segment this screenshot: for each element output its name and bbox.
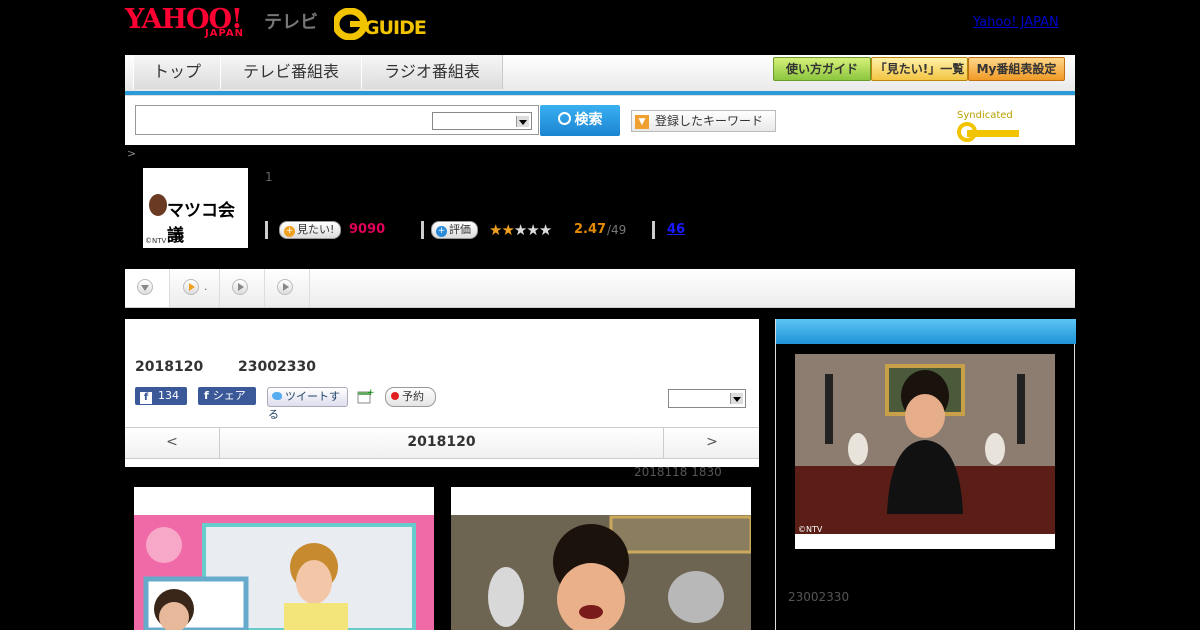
gguide-logo[interactable]: GUIDE [332,7,434,41]
gguide-small-logo-icon [957,122,1019,142]
rate-button[interactable]: + 評価 [431,221,478,239]
air-date: 2018120 [135,359,204,375]
next-date-button[interactable]: > [663,428,760,458]
sidebar-header [776,319,1076,344]
tab-overview[interactable] [125,269,170,307]
star-icon: ★ [489,221,502,239]
caricature-icon [149,194,167,216]
my-schedule-settings-button[interactable]: My番組表設定 [968,57,1065,81]
search-category-select[interactable] [432,112,532,130]
star-icon: ★ [513,221,527,239]
yahoo-logo-sub: JAPAN [205,28,244,39]
registered-keywords-label: 登録したキーワード [655,114,764,128]
episode-card-2[interactable] [451,487,751,630]
air-time: 23002330 [238,359,316,375]
rating-stars: ★★★★★ [489,221,552,239]
reserve-label: 予約 [402,390,424,403]
mitai-count: 9090 [349,222,386,237]
facebook-icon: f [204,389,209,402]
tab-item-3[interactable] [220,269,265,307]
program-thumbnail-title: マツコ会議 [167,201,235,246]
record-reserve-button[interactable]: 予約 [385,387,436,407]
prev-date-button[interactable]: < [125,428,220,458]
svg-text:GUIDE: GUIDE [364,17,426,39]
facebook-share-button[interactable]: f シェア [198,387,256,405]
program-tabs: . [125,269,1075,308]
date-navigation: < 2018120 > [125,427,759,459]
tweet-button[interactable]: ツイートする [267,387,348,421]
sidebar-time: 23002330 [788,590,850,604]
mitai-list-button[interactable]: 「見たい!」一覧 [871,57,968,81]
play-icon [232,279,248,295]
search-icon [557,112,571,125]
episode-thumbnail-2 [451,515,751,630]
episode-card-1[interactable] [134,487,434,630]
previous-air-date: 2018118 1830 [634,465,722,479]
divider [265,221,268,239]
mitai-button[interactable]: + 見たい! [279,221,342,239]
svg-text:©NTV: ©NTV [798,525,823,534]
broadcast-panel: 2018120 23002330 f 134 f シェア ツイートする + 予約 <… [125,319,759,467]
arrow-down-icon: ▼ [635,114,649,129]
current-date: 2018120 [407,434,476,450]
tab-label: . [204,280,208,293]
record-icon [391,392,399,400]
search-button-label: 検索 [574,112,603,128]
twitter-bird-icon [272,392,282,400]
nav-tab-tv-listings[interactable]: テレビ番組表 [220,55,362,89]
tab-episodes[interactable]: . [170,269,220,307]
divider [421,221,424,239]
yahoo-japan-link[interactable]: Yahoo! JAPAN [973,15,1059,30]
svg-text:+: + [367,388,374,398]
nav-tab-radio-listings[interactable]: ラジオ番組表 [361,55,503,89]
facebook-like-count: 134 [158,389,179,402]
yahoo-japan-logo[interactable]: YAHOO! JAPAN [125,6,244,40]
main-nav: トップ テレビ番組表 ラジオ番組表 使い方ガイド 「見たい!」一覧 My番組表設… [125,55,1075,95]
gguide-logo-icon: GUIDE [332,7,427,41]
sidebar-panel: ©NTV 23002330 [775,319,1076,630]
add-to-calendar-icon[interactable]: + [356,387,375,405]
registered-keywords-button[interactable]: ▼ 登録したキーワード [631,110,776,132]
breadcrumb[interactable]: > [127,147,136,160]
usage-guide-button[interactable]: 使い方ガイド [773,57,871,81]
tv-logo-label[interactable]: テレビ [264,8,318,34]
rating-total: /49 [607,223,627,237]
chevron-down-icon [137,279,153,295]
mitai-label: 見たい! [297,223,335,236]
plus-icon: + [436,226,447,237]
star-icon: ★ [538,221,552,239]
sidebar-program-image[interactable]: ©NTV [795,354,1055,549]
region-select[interactable] [668,389,746,408]
tab-item-4[interactable] [265,269,310,307]
star-icon: ★ [501,221,514,239]
rating-value: 2.47 [574,222,607,237]
program-thumbnail: マツコ会議 ©NTV [143,168,248,248]
divider [652,221,655,239]
search-button[interactable]: 検索 [540,105,620,136]
rate-label: 評価 [449,223,471,236]
play-icon [277,279,293,295]
nav-tab-top[interactable]: トップ [133,55,221,89]
episode-number: 1 [265,170,273,184]
program-still-image: ©NTV [795,354,1055,534]
syndicated-label: Syndicated [957,110,1013,121]
play-icon [183,279,199,295]
search-bar: 検索 ▼ 登録したキーワード Syndicated [125,95,1075,145]
episode-thumbnail-1 [134,515,434,630]
syndicated-gguide: Syndicated [957,110,1075,143]
plus-icon: + [284,226,295,237]
chevron-down-icon [516,116,529,127]
facebook-like-button[interactable]: f 134 [135,387,187,405]
review-count-link[interactable]: 46 [667,222,685,237]
chevron-down-icon [730,393,743,404]
star-icon: ★ [526,221,539,239]
facebook-share-label: シェア [212,389,246,402]
thumbnail-credit: ©NTV [145,237,167,245]
facebook-icon: f [140,392,152,404]
